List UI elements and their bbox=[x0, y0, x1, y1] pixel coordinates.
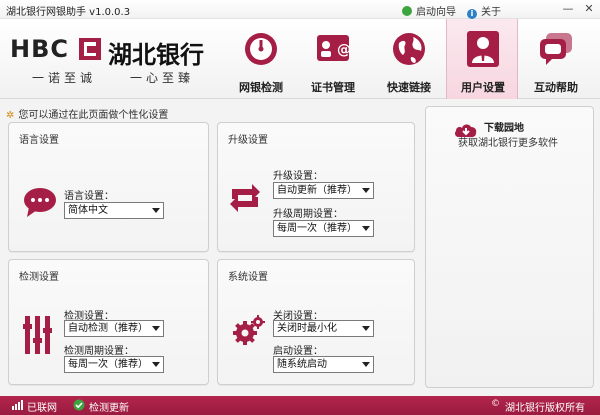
copyright-icon: © bbox=[491, 399, 500, 409]
detect-period-select[interactable]: 每周一次（推荐） bbox=[64, 356, 164, 373]
equalizer-icon bbox=[23, 316, 52, 354]
chevron-down-icon bbox=[152, 362, 160, 367]
gears-icon bbox=[233, 315, 265, 345]
startup-guide-link[interactable]: 启动向导 bbox=[402, 3, 456, 18]
status-bar: 已联网 检测更新 © 湖北银行版权所有 bbox=[0, 396, 600, 415]
upgrade-mode-value: 自动更新（推荐） bbox=[277, 185, 357, 196]
upgrade-settings-panel: 升级设置 升级设置： 自动更新（推荐） 升级周期设置： 每周一次（推荐） bbox=[217, 122, 415, 252]
startup-behavior-select[interactable]: 随系统启动 bbox=[273, 356, 374, 373]
system-settings-panel: 系统设置 关闭设置： 关闭时最小化 启动设置： 随系统启动 bbox=[217, 259, 415, 385]
gear-icon: ✲ bbox=[6, 110, 15, 121]
detect-mode-select[interactable]: 自动检测（推荐） bbox=[64, 320, 164, 337]
detect-period-value: 每周一次（推荐） bbox=[68, 359, 148, 370]
guide-icon bbox=[402, 6, 412, 16]
chevron-down-icon bbox=[152, 326, 160, 331]
download-area-panel: 下载园地 获取湖北银行更多软件 bbox=[425, 106, 594, 388]
speech-bubble-icon bbox=[24, 188, 56, 217]
globe-icon bbox=[393, 33, 425, 65]
startup-behavior-value: 随系统启动 bbox=[277, 359, 327, 370]
panel-title: 系统设置 bbox=[228, 272, 268, 283]
slogan-right: 一心至臻 bbox=[130, 71, 195, 85]
upgrade-mode-select[interactable]: 自动更新（推荐） bbox=[273, 182, 374, 199]
title-bar: 湖北银行网银助手 v1.0.0.3 启动向导 i 关于 — ✕ bbox=[0, 0, 600, 19]
close-behavior-select[interactable]: 关闭时最小化 bbox=[273, 320, 374, 337]
info-icon: i bbox=[467, 9, 477, 19]
network-icon bbox=[12, 400, 23, 410]
tab-label: 用户设置 bbox=[461, 81, 505, 94]
tab-interactive-help[interactable]: 互动帮助 bbox=[520, 19, 592, 99]
language-select[interactable]: 简体中文 bbox=[64, 202, 164, 219]
startup-guide-label: 启动向导 bbox=[416, 7, 456, 18]
tab-label: 证书管理 bbox=[311, 81, 355, 94]
bank-name: 湖北银行 bbox=[108, 40, 204, 69]
language-select-value: 简体中文 bbox=[68, 205, 108, 216]
startup-setting-label: 启动设置： bbox=[273, 346, 323, 357]
check-update-link[interactable]: 检测更新 bbox=[89, 399, 129, 414]
tab-label: 快速链接 bbox=[387, 81, 431, 94]
download-area-title[interactable]: 下载园地 bbox=[484, 119, 524, 134]
certificate-icon: @ bbox=[317, 35, 351, 61]
detect-period-label: 检测周期设置： bbox=[64, 346, 134, 357]
tab-online-banking-check[interactable]: 网银检测 bbox=[225, 19, 297, 99]
svg-text:@: @ bbox=[337, 42, 351, 58]
network-status: 已联网 bbox=[27, 403, 57, 414]
panel-title: 语言设置 bbox=[19, 135, 59, 146]
close-behavior-value: 关闭时最小化 bbox=[277, 323, 337, 334]
download-area-desc: 获取湖北银行更多软件 bbox=[458, 138, 558, 149]
panel-title: 升级设置 bbox=[228, 135, 268, 146]
tab-certificate-management[interactable]: @ 证书管理 bbox=[297, 19, 369, 99]
tab-label: 互动帮助 bbox=[534, 81, 578, 94]
chevron-down-icon bbox=[362, 326, 370, 331]
user-icon bbox=[467, 31, 499, 67]
tab-quick-links[interactable]: 快速链接 bbox=[373, 19, 445, 99]
hint-text: 您可以通过在此页面做个性化设置 bbox=[18, 110, 169, 121]
language-settings-panel: 语言设置 语言设置： 简体中文 bbox=[8, 122, 209, 252]
tab-user-settings[interactable]: 用户设置 bbox=[446, 19, 518, 99]
page-hint: ✲ 您可以通过在此页面做个性化设置 bbox=[6, 106, 168, 121]
slogan-left: 一诺至诚 bbox=[32, 71, 97, 85]
gauge-icon bbox=[245, 33, 277, 65]
chevron-down-icon bbox=[362, 188, 370, 193]
chevron-down-icon bbox=[152, 208, 160, 213]
upgrade-label: 升级设置： bbox=[273, 171, 323, 182]
detection-settings-panel: 检测设置 检测设置： 自动检测（推荐） 检测周期设置： 每周一次（推荐） bbox=[8, 259, 209, 385]
update-check-icon bbox=[73, 399, 85, 411]
upgrade-period-value: 每周一次（推荐） bbox=[277, 223, 357, 234]
copyright-text: 湖北银行版权所有 bbox=[505, 403, 585, 414]
chat-icon bbox=[540, 33, 572, 65]
language-label: 语言设置： bbox=[64, 191, 114, 202]
about-label: 关于 bbox=[481, 7, 501, 18]
tab-label: 网银检测 bbox=[239, 81, 283, 94]
upgrade-period-select[interactable]: 每周一次（推荐） bbox=[273, 220, 374, 237]
panel-title: 检测设置 bbox=[19, 272, 59, 283]
close-button[interactable]: ✕ bbox=[581, 2, 597, 16]
chevron-down-icon bbox=[362, 362, 370, 367]
app-title: 湖北银行网银助手 v1.0.0.3 bbox=[6, 7, 131, 18]
logo-hbc-text: HBC bbox=[10, 35, 69, 63]
about-link[interactable]: i 关于 bbox=[467, 3, 501, 19]
refresh-icon bbox=[230, 184, 260, 212]
detect-mode-value: 自动检测（推荐） bbox=[68, 323, 148, 334]
chevron-down-icon bbox=[362, 226, 370, 231]
bank-logo-icon bbox=[79, 38, 101, 60]
upgrade-period-label: 升级周期设置： bbox=[273, 209, 343, 220]
header: HBC 湖北银行 一诺至诚 一心至臻 网银检测 @ 证书管理 快速链接 用户设置… bbox=[0, 19, 600, 99]
minimize-button[interactable]: — bbox=[560, 2, 576, 16]
